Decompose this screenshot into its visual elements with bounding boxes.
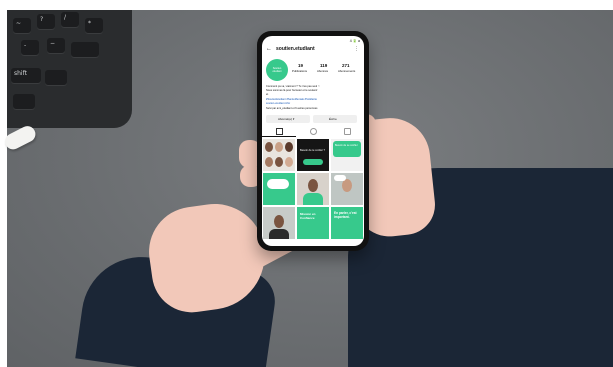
avatar-text: Soutien étudiant [272, 67, 282, 73]
stat-value: 119 [320, 63, 328, 68]
post-grid: Besoin de te confier ? Besoin de se conf… [263, 139, 363, 246]
face [285, 142, 293, 152]
post-tile[interactable]: En parler, c'est important. [331, 207, 363, 239]
stat-label: Abonnés [317, 69, 329, 73]
tile-badge [303, 159, 323, 165]
face [265, 157, 273, 167]
post-tile[interactable]: Mission en Confiance [297, 207, 329, 239]
face [265, 142, 273, 152]
face [275, 157, 283, 167]
status-icons: 4 🔋 a [349, 39, 360, 43]
face [285, 157, 293, 167]
face [274, 215, 284, 228]
post-tile[interactable]: Besoin de te confier ? [297, 139, 329, 171]
tile-shirt [269, 229, 289, 239]
tagged-icon[interactable] [344, 128, 351, 135]
tile-speech-bubble [267, 179, 289, 189]
post-tile[interactable]: Besoin de se confier [331, 139, 363, 171]
keyboard-key: / [61, 12, 79, 28]
reels-icon[interactable] [310, 128, 317, 135]
keyboard-key: shift [11, 68, 41, 84]
stat-label: Publications [292, 69, 308, 73]
post-tile[interactable] [263, 139, 295, 171]
tile-shirt [303, 193, 323, 205]
keyboard-key: - [21, 40, 39, 56]
tile-speech-bubble [334, 175, 346, 181]
post-tile[interactable] [297, 173, 329, 205]
profile-username: soutien.etudiant [276, 46, 315, 52]
photo-scene: ~ ? / * - − shift 4 🔋 a ← soutien.etudia… [0, 0, 613, 367]
keyboard: ~ ? / * - − shift [7, 10, 132, 128]
grid-icon[interactable] [276, 128, 283, 135]
post-tile[interactable] [263, 173, 295, 205]
keyboard-key [45, 70, 67, 86]
keyboard-key: ~ [13, 18, 31, 34]
post-tile[interactable] [331, 173, 363, 205]
face [275, 142, 283, 152]
bio-line: Nous sommes là pour t'écouter et te sout… [266, 89, 318, 92]
message-button[interactable]: Écrire [313, 115, 357, 123]
keyboard-key [71, 42, 99, 58]
stat-value: 19 [298, 63, 304, 68]
followed-by: Suivi par ami_etudiant et 6 autres perso… [266, 107, 318, 110]
more-icon[interactable]: ⋮ [354, 47, 359, 52]
follow-button[interactable]: Abonné(e) ▾ [266, 115, 310, 123]
phone-screen: 4 🔋 a ← soutien.etudiant ⋮ Soutien étudi… [262, 36, 364, 246]
face [308, 179, 318, 192]
back-arrow-icon[interactable]: ← [266, 46, 272, 52]
active-tab-indicator [262, 136, 296, 137]
keyboard-key: − [47, 38, 65, 54]
profile-stats: 19 Publications 119 Abonnés 271 Abonneme… [292, 63, 362, 77]
keyboard-key [13, 94, 35, 110]
keyboard-key: * [85, 18, 103, 34]
stat-value: 271 [342, 63, 350, 68]
keyboard-key: ? [37, 14, 55, 30]
avatar[interactable]: Soutien étudiant [266, 59, 288, 81]
stat-label: Abonnements [338, 69, 356, 73]
post-tile[interactable] [263, 207, 295, 239]
